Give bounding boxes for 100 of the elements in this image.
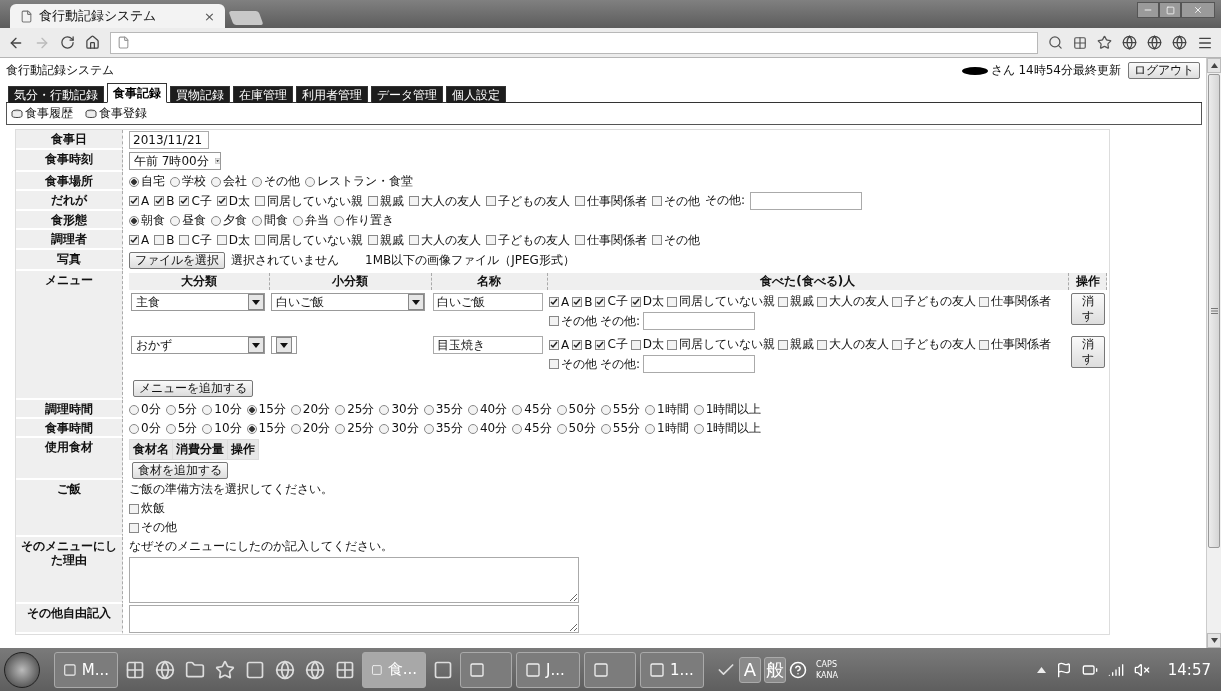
delete-button[interactable]: 消す: [1070, 336, 1105, 368]
scrollbar[interactable]: [1206, 58, 1221, 648]
checkbox[interactable]: [817, 296, 828, 307]
checkbox[interactable]: [129, 503, 139, 514]
radio-button[interactable]: [600, 423, 611, 434]
nav-tab[interactable]: 気分・行動記録: [8, 86, 104, 103]
file-button[interactable]: ファイルを選択: [129, 252, 225, 269]
radio-button[interactable]: [290, 423, 301, 434]
scroll-down-button[interactable]: [1207, 633, 1221, 648]
new-tab-button[interactable]: [228, 11, 264, 25]
taskbar-button[interactable]: [460, 651, 512, 688]
reload-icon[interactable]: [60, 35, 75, 50]
checkbox[interactable]: [154, 235, 165, 245]
radio-button[interactable]: [202, 423, 213, 434]
app-icon[interactable]: [155, 659, 175, 680]
radio-button[interactable]: [556, 404, 567, 415]
radio-button[interactable]: [467, 423, 478, 434]
tray-arrow-icon[interactable]: [1036, 666, 1046, 673]
checkbox[interactable]: [154, 196, 165, 206]
checkbox[interactable]: [979, 296, 990, 307]
checkbox[interactable]: [595, 296, 606, 307]
checkbox[interactable]: [630, 339, 641, 350]
other-field[interactable]: [643, 355, 756, 373]
nav-tab[interactable]: 食事記録: [107, 83, 167, 103]
name-field[interactable]: 白いご飯: [433, 293, 543, 311]
radio-button[interactable]: [512, 423, 523, 434]
checkbox[interactable]: [652, 196, 663, 206]
checkbox[interactable]: [979, 339, 990, 350]
checkbox[interactable]: [549, 296, 559, 307]
app-icon[interactable]: [275, 659, 295, 680]
checkbox[interactable]: [667, 296, 678, 307]
checkbox[interactable]: [652, 235, 663, 245]
add-menu-button[interactable]: メニューを追加する: [133, 380, 253, 397]
app-icon[interactable]: [185, 659, 205, 680]
dropdown[interactable]: おかず: [131, 336, 265, 354]
nav-tab[interactable]: 在庫管理: [233, 86, 293, 103]
radio-button[interactable]: [129, 423, 139, 434]
radio-button[interactable]: [335, 423, 346, 434]
radio-button[interactable]: [379, 423, 390, 434]
checkbox[interactable]: [255, 235, 266, 245]
checkbox[interactable]: [216, 235, 227, 245]
minimize-button[interactable]: [1137, 2, 1159, 18]
app-icon[interactable]: [215, 659, 235, 680]
dropdown[interactable]: 主食: [131, 293, 265, 311]
close-button[interactable]: [1181, 2, 1215, 18]
checkbox[interactable]: [892, 296, 903, 307]
checkbox[interactable]: [179, 196, 190, 206]
radio-button[interactable]: [556, 423, 567, 434]
radio-button[interactable]: [335, 404, 346, 415]
app-icon[interactable]: [305, 659, 325, 680]
name-field[interactable]: 目玉焼き: [433, 336, 543, 354]
checkbox[interactable]: [129, 235, 139, 245]
radio-button[interactable]: [129, 404, 139, 415]
close-tab-button[interactable]: ×: [204, 8, 215, 24]
home-icon[interactable]: [85, 35, 100, 50]
checkbox[interactable]: [572, 339, 583, 350]
radio-button[interactable]: [305, 176, 315, 187]
other-field[interactable]: [643, 312, 756, 330]
taskbar-button[interactable]: J...: [516, 651, 580, 688]
nav-tab[interactable]: データ管理: [371, 86, 443, 103]
checkbox[interactable]: [572, 296, 583, 307]
delete-button[interactable]: 消す: [1070, 293, 1105, 325]
radio-button[interactable]: [202, 404, 213, 415]
taskbar-button[interactable]: [584, 651, 636, 688]
app-icon[interactable]: [245, 659, 265, 680]
app-icon[interactable]: [125, 659, 145, 680]
checkbox[interactable]: [549, 316, 559, 326]
checkbox[interactable]: [216, 196, 227, 206]
radio-button[interactable]: [165, 404, 176, 415]
dropdown[interactable]: [271, 336, 297, 354]
maximize-button[interactable]: [1159, 2, 1181, 18]
radio-button[interactable]: [170, 215, 180, 226]
radio-button[interactable]: [129, 215, 139, 226]
radio-button[interactable]: [252, 215, 262, 226]
radio-button[interactable]: [170, 176, 180, 187]
checkbox[interactable]: [255, 196, 266, 206]
browser-tab[interactable]: 食行動記録システム ×: [10, 4, 225, 28]
volume-icon[interactable]: [1133, 661, 1150, 678]
checkbox[interactable]: [409, 196, 420, 206]
nav-tab[interactable]: 利用者管理: [296, 86, 368, 103]
app-icon[interactable]: [335, 659, 355, 680]
radio-button[interactable]: [293, 215, 303, 226]
checkbox[interactable]: [630, 296, 641, 307]
radio-button[interactable]: [645, 404, 656, 415]
radio-button[interactable]: [211, 215, 221, 226]
radio-button[interactable]: [467, 404, 478, 415]
checkbox[interactable]: [129, 196, 139, 206]
taskbar-button[interactable]: M...: [54, 651, 118, 688]
radio-button[interactable]: [334, 215, 344, 226]
radio-button[interactable]: [600, 404, 611, 415]
sub-action-link[interactable]: 食事登録: [99, 105, 147, 122]
flag-icon[interactable]: [1055, 661, 1072, 678]
checkbox[interactable]: [549, 359, 559, 369]
checkbox[interactable]: [368, 235, 379, 245]
radio-button[interactable]: [252, 176, 262, 187]
checkbox[interactable]: [595, 339, 606, 350]
radio-button[interactable]: [129, 176, 139, 187]
signal-icon[interactable]: [1107, 661, 1124, 678]
checkbox[interactable]: [549, 339, 559, 350]
dropdown[interactable]: 午前 7時00分: [129, 152, 221, 170]
